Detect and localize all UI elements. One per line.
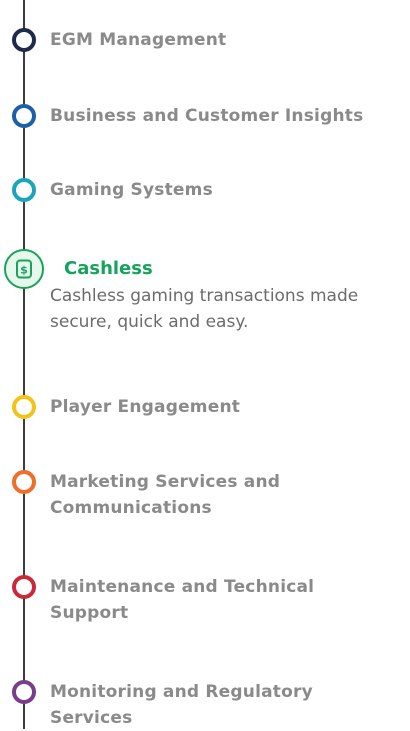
timeline-node-monitoring-regulatory[interactable] — [12, 680, 36, 704]
cashless-description: Cashless gaming transactions made secure… — [50, 286, 359, 332]
timeline-item-business-customer-insights[interactable]: Business and Customer Insights — [50, 103, 402, 129]
timeline-item-cashless[interactable]: Cashless — [64, 257, 153, 281]
cashless-dollar-card-icon: $ — [16, 259, 32, 279]
timeline-node-egm-management[interactable] — [12, 28, 36, 52]
timeline-node-player-engagement[interactable] — [12, 395, 36, 419]
svg-text:$: $ — [20, 264, 28, 277]
timeline-node-marketing-services[interactable] — [12, 470, 36, 494]
timeline-item-maintenance-support[interactable]: Maintenance and Technical Support — [50, 574, 340, 626]
timeline-item-marketing-services[interactable]: Marketing Services and Communications — [50, 469, 330, 521]
timeline-node-gaming-systems[interactable] — [12, 178, 36, 202]
timeline-item-egm-management[interactable]: EGM Management — [50, 27, 402, 53]
cashless-active-node[interactable]: $ — [4, 249, 44, 289]
timeline-node-maintenance-support[interactable] — [12, 575, 36, 599]
timeline-item-gaming-systems[interactable]: Gaming Systems — [50, 177, 402, 203]
timeline-node-business-customer-insights[interactable] — [12, 104, 36, 128]
timeline-item-player-engagement[interactable]: Player Engagement — [50, 394, 402, 420]
timeline-item-monitoring-regulatory[interactable]: Monitoring and Regulatory Services — [50, 679, 340, 731]
solutions-timeline: EGM Management Business and Customer Ins… — [0, 0, 410, 729]
